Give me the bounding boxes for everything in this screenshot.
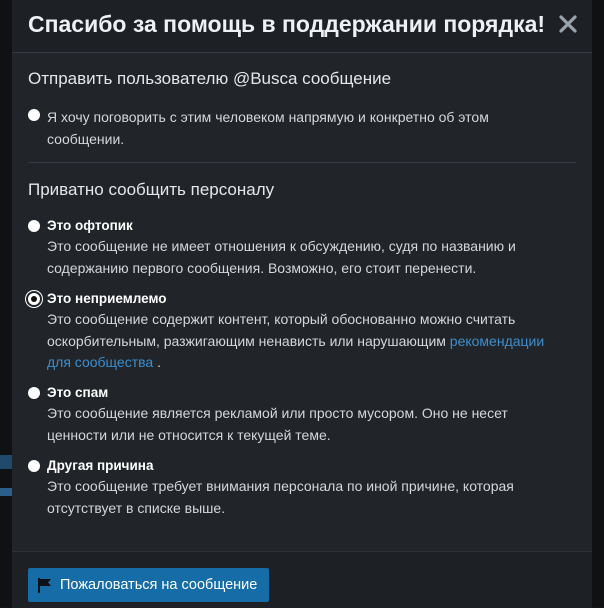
reason-description-inappropriate: Это сообщение содержит контент, который …: [47, 309, 567, 374]
direct-message-option[interactable]: Я хочу поговорить с этим человеком напря…: [28, 107, 576, 151]
direct-message-option-text: Я хочу поговорить с этим человеком напря…: [47, 109, 489, 147]
close-button[interactable]: [556, 12, 580, 36]
reason-description-other: Это сообщение требует внимания персонала…: [47, 478, 514, 516]
reason-label-spam: Это спам: [47, 385, 109, 400]
reason-radio-inappropriate[interactable]: [28, 293, 40, 305]
reason-radio-off-topic[interactable]: [28, 220, 40, 232]
reason-description-off-topic: Это сообщение не имеет отношения к обсуж…: [47, 238, 516, 276]
reason-label-inappropriate: Это неприемлемо: [47, 291, 167, 306]
flag-post-button-label: Пожаловаться на сообщение: [60, 577, 258, 593]
reason-option-inappropriate[interactable]: Это неприемлемо Это сообщение содержит к…: [28, 291, 576, 375]
staff-report-heading: Приватно сообщить персоналу: [28, 180, 275, 199]
close-icon: [559, 15, 577, 33]
direct-message-heading: Отправить пользователю @Busca сообщение: [28, 69, 392, 88]
flag-icon: [38, 577, 51, 593]
reason-label-off-topic: Это офтопик: [47, 218, 133, 233]
staff-report-section: Приватно сообщить персоналу: [28, 180, 576, 200]
flag-post-button[interactable]: Пожаловаться на сообщение: [28, 568, 270, 602]
modal-header: Спасибо за помощь в поддержании порядка!: [12, 0, 592, 53]
reason-option-other[interactable]: Другая причина Это сообщение требует вни…: [28, 458, 576, 522]
reason-description-spam: Это сообщение является рекламой или прос…: [47, 405, 508, 443]
reason-radio-other[interactable]: [28, 460, 40, 472]
modal-title: Спасибо за помощь в поддержании порядка!: [28, 11, 546, 37]
reason-description-suffix: .: [157, 354, 161, 370]
direct-message-radio[interactable]: [28, 109, 40, 121]
section-divider: [28, 162, 576, 163]
direct-message-section: Отправить пользователю @Busca сообщение: [28, 69, 576, 89]
flag-post-modal: Спасибо за помощь в поддержании порядка!…: [12, 0, 592, 608]
reason-option-off-topic[interactable]: Это офтопик Это сообщение не имеет отнош…: [28, 218, 576, 282]
modal-footer: Пожаловаться на сообщение: [12, 551, 592, 608]
reason-radio-spam[interactable]: [28, 387, 40, 399]
reason-option-spam[interactable]: Это спам Это сообщение является рекламой…: [28, 385, 576, 449]
reason-label-other: Другая причина: [47, 458, 154, 473]
reason-description-text: Это сообщение содержит контент, который …: [47, 311, 516, 349]
